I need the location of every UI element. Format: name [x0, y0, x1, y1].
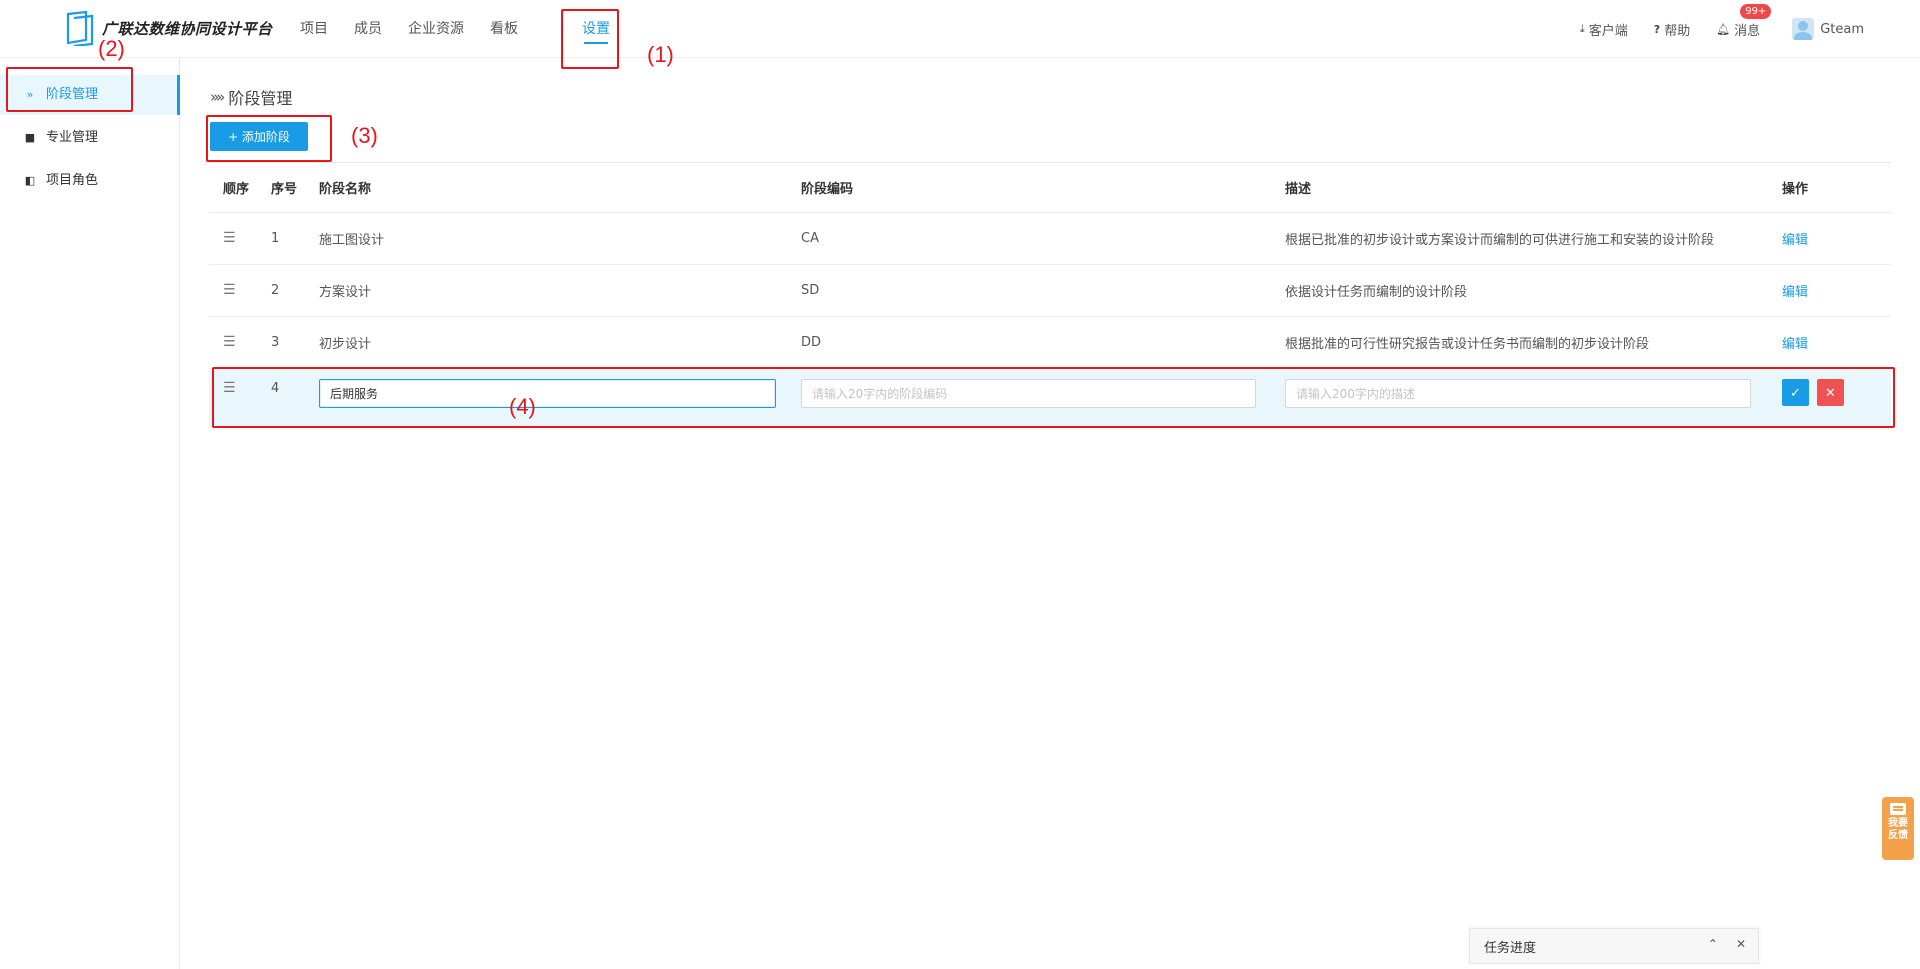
- stage-table: 顺序 序号 阶段名称 阶段编码 描述 操作 ☰ 1 施工图设计 CA 根据已批准…: [209, 162, 1891, 427]
- task-progress-title: 任务进度: [1484, 940, 1537, 956]
- stage-name-input[interactable]: [319, 379, 776, 408]
- confirm-button[interactable]: ✓: [1782, 379, 1809, 406]
- table-header: 顺序 序号 阶段名称 阶段编码 描述 操作: [209, 162, 1891, 213]
- table-row-editing: ☰ 4 ✓ ✕: [209, 369, 1891, 427]
- top-right-toolbar: ⤓ 客户端 ? 帮助 🔔︎ 消息 99+ Gteam: [1580, 0, 1920, 58]
- annotation-label-4: (4): [509, 394, 536, 419]
- nav-item-enterprise-resources[interactable]: 企业资源: [408, 0, 464, 58]
- expand-icon[interactable]: ⌃: [1708, 937, 1718, 951]
- messages-link[interactable]: 🔔︎ 消息 99+: [1716, 3, 1772, 39]
- table-row: ☰ 1 施工图设计 CA 根据已批准的初步设计或方案设计而编制的可供进行施工和安…: [209, 213, 1891, 265]
- sidebar-item-project-roles[interactable]: ◧ 项目角色: [0, 161, 179, 201]
- row-description: 根据已批准的初步设计或方案设计而编制的可供进行施工和安装的设计阶段: [1285, 233, 1715, 248]
- row-stage-code: DD: [801, 335, 822, 350]
- client-label: 客户端: [1588, 23, 1628, 39]
- nav-item-dashboard[interactable]: 看板: [490, 0, 518, 58]
- row-index: 2: [271, 283, 280, 298]
- drag-handle-icon[interactable]: ☰: [223, 334, 236, 350]
- drag-handle-icon[interactable]: ☰: [223, 380, 236, 396]
- header-actions: 操作: [1782, 182, 1809, 197]
- row-stage-name: 施工图设计: [319, 233, 385, 248]
- role-icon: ◧: [24, 174, 36, 187]
- header-description: 描述: [1285, 182, 1312, 197]
- logo-icon: [66, 10, 94, 46]
- top-header: 广联达数维协同设计平台 项目 成员 企业资源 看板 设置 ⤓ 客户端 ? 帮助 …: [0, 0, 1920, 58]
- feedback-widget[interactable]: 我要 反馈: [1882, 797, 1914, 860]
- chat-icon: [1890, 803, 1906, 815]
- bell-icon: 🔔︎: [1716, 22, 1731, 36]
- user-menu[interactable]: Gteam: [1792, 18, 1864, 40]
- header-stage-name: 阶段名称: [319, 182, 372, 197]
- logo[interactable]: 广联达数维协同设计平台: [64, 10, 273, 46]
- stage-code-input[interactable]: [801, 379, 1256, 408]
- header-order: 顺序: [223, 182, 250, 197]
- sidebar-item-stage-management[interactable]: » 阶段管理: [0, 75, 180, 115]
- sidebar-item-label: 专业管理: [46, 130, 99, 145]
- help-label: 帮助: [1664, 23, 1691, 39]
- header-index: 序号: [271, 182, 298, 197]
- drag-handle-icon[interactable]: ☰: [223, 230, 236, 246]
- row-stage-code: SD: [801, 283, 820, 298]
- feedback-line-2: 反馈: [1888, 830, 1908, 841]
- edit-link[interactable]: 编辑: [1782, 285, 1808, 300]
- messages-label: 消息: [1734, 23, 1761, 39]
- edit-link[interactable]: 编辑: [1782, 337, 1808, 352]
- row-description: 根据批准的可行性研究报告或设计任务书而编制的初步设计阶段: [1285, 337, 1650, 352]
- page-title-text: 阶段管理: [228, 89, 293, 108]
- logo-text: 广联达数维协同设计平台: [102, 19, 273, 38]
- description-input[interactable]: [1285, 379, 1751, 408]
- nav-item-projects[interactable]: 项目: [300, 0, 328, 58]
- help-link[interactable]: ? 帮助: [1654, 20, 1690, 39]
- double-chevron-icon: »: [26, 88, 34, 101]
- sidebar-item-label: 项目角色: [46, 173, 99, 188]
- cancel-button[interactable]: ✕: [1817, 379, 1844, 406]
- row-stage-name: 方案设计: [319, 285, 372, 300]
- annotation-label-3: (3): [351, 123, 378, 148]
- drag-handle-icon[interactable]: ☰: [223, 282, 236, 298]
- edit-link[interactable]: 编辑: [1782, 233, 1808, 248]
- message-count-badge: 99+: [1740, 3, 1772, 19]
- close-icon: ✕: [1825, 384, 1836, 400]
- row-stage-name: 初步设计: [319, 337, 372, 352]
- nav-item-settings[interactable]: 设置: [582, 0, 610, 58]
- close-icon[interactable]: ✕: [1736, 937, 1746, 951]
- row-index: 1: [271, 231, 280, 246]
- annotation-label-2: (2): [98, 36, 125, 61]
- sidebar: » 阶段管理 ■ 专业管理 ◧ 项目角色: [0, 58, 180, 969]
- avatar: [1792, 18, 1815, 40]
- user-name: Gteam: [1820, 21, 1864, 37]
- question-icon: ?: [1653, 22, 1661, 36]
- task-progress-panel[interactable]: 任务进度 ⌃ ✕: [1469, 928, 1759, 964]
- sidebar-item-label: 阶段管理: [46, 87, 99, 102]
- check-icon: ✓: [1790, 384, 1801, 400]
- row-index: 4: [271, 381, 280, 396]
- book-icon: ■: [24, 131, 36, 144]
- main-content: »» 阶段管理 + 添加阶段 顺序 序号 阶段名称 阶段编码 描述 操作 ☰ 1…: [180, 58, 1920, 969]
- table-row: ☰ 3 初步设计 DD 根据批准的可行性研究报告或设计任务书而编制的初步设计阶段…: [209, 317, 1891, 369]
- row-stage-code: CA: [801, 231, 819, 246]
- table-row: ☰ 2 方案设计 SD 依据设计任务而编制的设计阶段 编辑: [209, 265, 1891, 317]
- download-icon: ⤓: [1579, 22, 1585, 35]
- nav-item-members[interactable]: 成员: [354, 0, 382, 58]
- page-title: »» 阶段管理: [210, 85, 292, 109]
- client-download-link[interactable]: ⤓ 客户端: [1580, 20, 1628, 39]
- add-stage-button[interactable]: + 添加阶段: [210, 122, 308, 151]
- feedback-line-1: 我要: [1888, 818, 1908, 829]
- row-index: 3: [271, 335, 280, 350]
- row-description: 依据设计任务而编制的设计阶段: [1285, 285, 1468, 300]
- main-nav: 项目 成员 企业资源 看板 设置: [300, 0, 610, 58]
- double-chevron-icon: »»: [210, 88, 225, 106]
- sidebar-item-discipline-management[interactable]: ■ 专业管理: [0, 118, 179, 158]
- header-stage-code: 阶段编码: [801, 182, 854, 197]
- annotation-label-1: (1): [647, 42, 674, 67]
